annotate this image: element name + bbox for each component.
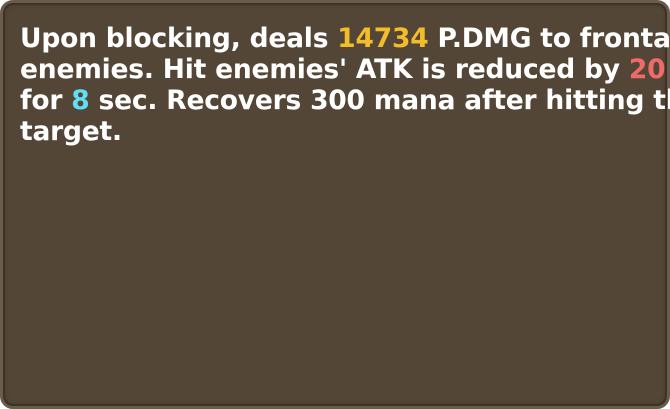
skill-tooltip-panel: Upon blocking, deals 14734 P.DMG to fron… <box>0 0 670 409</box>
percent-sign: % <box>665 54 670 85</box>
description-line-4: target. <box>20 116 650 147</box>
description-text: for <box>20 85 72 116</box>
description-line-3: for 8 sec. Recovers 300 mana after hitti… <box>20 85 670 116</box>
description-text: P.DMG to frontal <box>428 23 670 54</box>
description-line-2: enemies. Hit enemies' ATK is reduced by … <box>20 54 666 85</box>
description-text: enemies. Hit enemies' ATK is reduced by <box>20 54 629 85</box>
damage-value: 14734 <box>337 23 429 54</box>
skill-description: Upon blocking, deals 14734 P.DMG to fron… <box>20 23 670 147</box>
atk-reduction-value: 20 <box>628 54 666 85</box>
description-line-1: Upon blocking, deals 14734 P.DMG to fron… <box>20 23 670 54</box>
duration-value: 8 <box>71 85 90 116</box>
description-text: target. <box>20 116 122 147</box>
description-text: Upon blocking, deals <box>20 23 338 54</box>
description-text: sec. Recovers 300 mana after hitting the <box>89 85 670 116</box>
